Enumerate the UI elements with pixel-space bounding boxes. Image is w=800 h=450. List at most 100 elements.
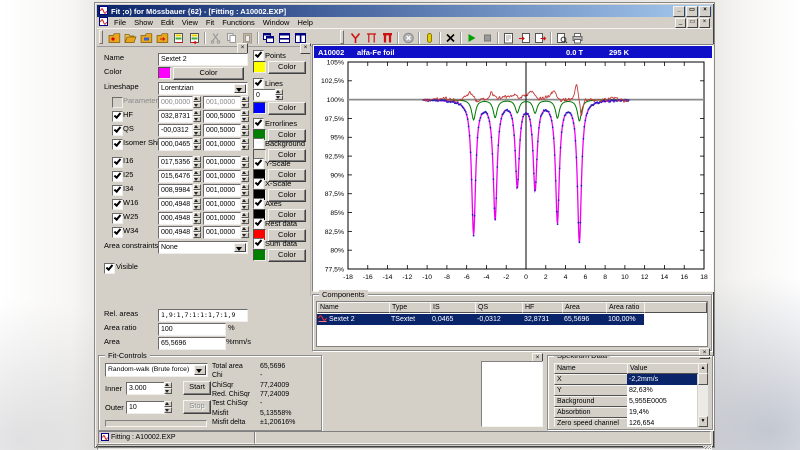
toolbar-grip[interactable] (99, 30, 103, 44)
aux-list-panel[interactable] (481, 361, 543, 427)
w16-value-input[interactable]: 000,4948 (158, 198, 193, 211)
fit-method-select[interactable]: Random-walk (Brute force) (105, 363, 208, 377)
qs-checkbox[interactable] (112, 125, 123, 136)
spinner[interactable] (164, 382, 172, 394)
color-button[interactable]: Color (173, 67, 244, 80)
title-bar[interactable]: Fit ;o) for Mössbauer {62} - [Fitting : … (97, 5, 712, 17)
menu-file[interactable]: File (110, 17, 130, 28)
spinner[interactable] (193, 124, 201, 136)
i16-value-input[interactable]: 017,5356 (158, 156, 193, 169)
area-ratio-input[interactable]: 100 (158, 323, 226, 336)
parameter-error-input[interactable]: 001,0000 (203, 96, 241, 109)
document-icon[interactable] (99, 17, 108, 28)
spinner[interactable] (241, 96, 249, 108)
column-header-is[interactable]: IS (430, 302, 479, 313)
spinner[interactable] (193, 226, 201, 238)
chevron-down-icon[interactable] (234, 243, 246, 252)
spinner[interactable] (241, 170, 249, 182)
spektrum-row[interactable]: Zero speed channel126,654 (554, 418, 697, 427)
close-button[interactable]: × (699, 6, 711, 17)
spinner[interactable] (193, 184, 201, 196)
spektrum-column-value[interactable]: Value (627, 363, 701, 374)
scroll-down-icon[interactable]: ▼ (698, 416, 708, 427)
i16-error-input[interactable]: 001,0000 (203, 156, 241, 169)
lineshape-select[interactable]: Lorentzian (158, 82, 248, 95)
color-button[interactable]: Color (268, 61, 306, 74)
menu-functions[interactable]: Functions (218, 17, 259, 28)
rest-data-checkbox[interactable] (253, 218, 264, 229)
qs-error-input[interactable]: 000,5000 (203, 124, 241, 137)
i16-checkbox[interactable] (112, 157, 123, 168)
spinner[interactable] (193, 170, 201, 182)
spinner[interactable] (241, 184, 249, 196)
spinner[interactable] (193, 110, 201, 122)
w25-checkbox[interactable] (112, 213, 123, 224)
spinner[interactable] (241, 110, 249, 122)
points-checkbox[interactable] (253, 50, 264, 61)
child-minimize-button[interactable]: _ (675, 18, 686, 28)
spinner[interactable] (193, 212, 201, 224)
qs-value-input[interactable]: -00,0312 (158, 124, 193, 137)
outer-input[interactable]: 10 (126, 401, 166, 414)
area-input[interactable]: 65,5696 (158, 337, 226, 350)
i34-value-input[interactable]: 008,9984 (158, 184, 193, 197)
spektrum-row[interactable]: Absorbtion19,4% (554, 407, 697, 418)
column-header-name[interactable]: Name (317, 302, 393, 313)
rel-areas-input[interactable]: 1,9:1,7:1:1:1,7:1,9 (158, 309, 248, 322)
table-row[interactable]: Sextet 2 TSextet 0,0465 -0,0312 32,8731 … (317, 314, 644, 325)
column-header-type[interactable]: Type (389, 302, 434, 313)
spinner[interactable] (193, 198, 201, 210)
toolbar-grip[interactable] (340, 30, 344, 44)
spinner[interactable] (164, 401, 172, 413)
spinner[interactable] (241, 226, 249, 238)
menu-show[interactable]: Show (130, 17, 157, 28)
column-header-area-ratio[interactable]: Area ratio (606, 302, 648, 313)
restore-button[interactable]: ▭ (686, 6, 698, 17)
open-folder-icon[interactable] (122, 32, 138, 47)
hf-checkbox[interactable] (112, 111, 123, 122)
chevron-down-icon[interactable] (194, 365, 206, 375)
w34-error-input[interactable]: 001,0000 (203, 226, 241, 239)
w16-checkbox[interactable] (112, 199, 123, 210)
parameter-checkbox[interactable] (112, 97, 123, 108)
spektrum-row[interactable]: Y82,63% (554, 385, 697, 396)
w34-checkbox[interactable] (112, 227, 123, 238)
child-close-button[interactable]: × (699, 18, 710, 28)
x-scale-checkbox[interactable] (253, 178, 264, 189)
hf-error-input[interactable]: 000,5000 (203, 110, 241, 123)
menu-edit[interactable]: Edit (157, 17, 178, 28)
child-restore-button[interactable]: ▭ (687, 18, 698, 28)
visible-checkbox[interactable] (104, 263, 115, 274)
column-header-area[interactable]: Area (562, 302, 610, 313)
chevron-down-icon[interactable] (234, 84, 246, 93)
menu-window[interactable]: Window (259, 17, 294, 28)
folder-export-icon[interactable] (154, 32, 170, 47)
axes-checkbox[interactable] (253, 198, 264, 209)
spectrum-plot[interactable]: 105%102,5%100%97,5%95%92,5%90%87,5%85%82… (314, 58, 712, 289)
spinner[interactable] (275, 89, 283, 100)
lines-width-input[interactable]: 0 (253, 89, 277, 101)
tile-horizontal-icon[interactable] (276, 32, 292, 47)
resize-grip[interactable] (703, 446, 711, 449)
spinner[interactable] (241, 156, 249, 168)
spinner[interactable] (241, 212, 249, 224)
isomer-shift-value-input[interactable]: 000,0465 (158, 138, 193, 151)
color-button[interactable]: Color (268, 102, 306, 115)
scrollbar-thumb[interactable] (698, 373, 708, 385)
column-header-hf[interactable]: HF (522, 302, 566, 313)
spinner[interactable] (193, 96, 201, 108)
hf-value-input[interactable]: 032,8731 (158, 110, 193, 123)
w25-error-input[interactable]: 001,0000 (203, 212, 241, 225)
i25-checkbox[interactable] (112, 171, 123, 182)
spinner[interactable] (193, 156, 201, 168)
lines-checkbox[interactable] (253, 78, 264, 89)
menu-fit[interactable]: Fit (202, 17, 218, 28)
open-spectrum-icon[interactable] (106, 32, 122, 47)
stop-button[interactable]: Stop (183, 400, 211, 414)
isomer-shift-checkbox[interactable] (112, 139, 123, 150)
sum-data-checkbox[interactable] (253, 238, 264, 249)
name-input[interactable]: Sextet 2 (158, 53, 248, 66)
w34-value-input[interactable]: 000,4948 (158, 226, 193, 239)
start-button[interactable]: Start (183, 381, 211, 395)
spinner[interactable] (241, 198, 249, 210)
